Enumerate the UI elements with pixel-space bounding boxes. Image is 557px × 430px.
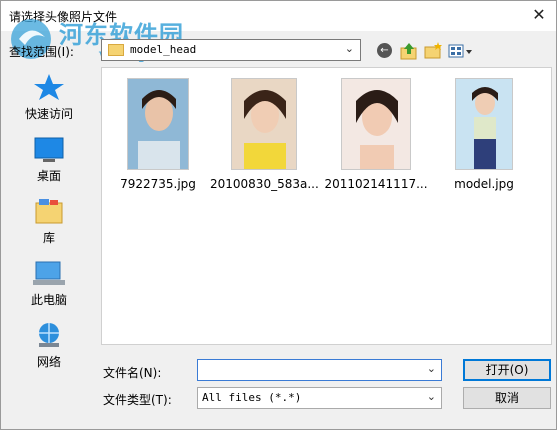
image-thumbnail	[341, 78, 411, 170]
network-icon	[33, 321, 65, 349]
view-menu-button[interactable]	[447, 41, 475, 61]
back-button[interactable]: ←	[375, 41, 395, 61]
lookin-combo[interactable]: model_head ⌄	[101, 39, 361, 61]
place-quick-access[interactable]: 快速访问	[9, 67, 89, 125]
dialog-title: 请选择头像照片文件	[9, 10, 118, 24]
star-icon	[33, 73, 65, 101]
place-label: 库	[42, 231, 55, 245]
file-item[interactable]: 201102141117...	[322, 76, 430, 206]
place-label: 快速访问	[24, 107, 73, 121]
place-label: 网络	[36, 355, 61, 369]
new-folder-button[interactable]	[423, 41, 443, 61]
folder-icon	[108, 44, 124, 56]
chevron-down-icon: ⌄	[344, 42, 354, 55]
place-label: 桌面	[36, 169, 61, 183]
view-grid-icon	[448, 44, 472, 58]
file-name: 201102141117...	[324, 177, 428, 191]
filetype-value: All files (*.*)	[202, 391, 302, 404]
filename-label: 文件名(N):	[103, 366, 162, 380]
file-item[interactable]: 20100830_583a...	[210, 76, 318, 206]
image-thumbnail	[231, 78, 297, 170]
filename-input[interactable]	[201, 361, 425, 381]
file-list: 7922735.jpg 20100830_583a... 20110214111…	[101, 67, 552, 345]
library-icon	[33, 197, 65, 225]
place-desktop[interactable]: 桌面	[9, 129, 89, 187]
filetype-select[interactable]: All files (*.*) ⌄	[197, 387, 442, 409]
new-folder-icon	[424, 42, 442, 59]
open-file-dialog: 请选择头像照片文件 ✕ 河东软件园 www.pc0359.cn 查找范围(I):…	[0, 0, 557, 430]
filetype-label: 文件类型(T):	[103, 393, 172, 407]
chevron-down-icon: ⌄	[426, 390, 436, 403]
title-bar: 请选择头像照片文件 ✕	[1, 1, 556, 31]
file-item[interactable]: model.jpg	[430, 76, 538, 206]
place-label: 此电脑	[30, 293, 67, 307]
place-library[interactable]: 库	[9, 191, 89, 249]
chevron-down-icon[interactable]: ⌄	[427, 362, 436, 375]
image-thumbnail	[455, 78, 513, 170]
lookin-value: model_head	[130, 43, 197, 56]
lookin-label: 查找范围(I):	[9, 45, 74, 59]
filename-field[interactable]: ⌄	[197, 359, 442, 381]
place-this-pc[interactable]: 此电脑	[9, 253, 89, 311]
image-thumbnail	[127, 78, 189, 170]
places-bar: 快速访问 桌面 库 此电脑 网络	[9, 67, 89, 387]
cancel-button[interactable]: 取消	[463, 387, 551, 409]
open-button[interactable]: 打开(O)	[463, 359, 551, 381]
up-folder-button[interactable]	[399, 41, 419, 61]
file-item[interactable]: 7922735.jpg	[104, 76, 212, 206]
place-network[interactable]: 网络	[9, 315, 89, 373]
back-arrow-icon: ←	[377, 43, 392, 58]
file-name: 20100830_583a...	[210, 177, 318, 191]
file-name: 7922735.jpg	[120, 177, 196, 191]
desktop-icon	[33, 135, 65, 163]
file-name: model.jpg	[454, 177, 514, 191]
close-button[interactable]: ✕	[528, 5, 550, 25]
computer-icon	[33, 259, 65, 287]
up-folder-icon	[400, 43, 417, 60]
